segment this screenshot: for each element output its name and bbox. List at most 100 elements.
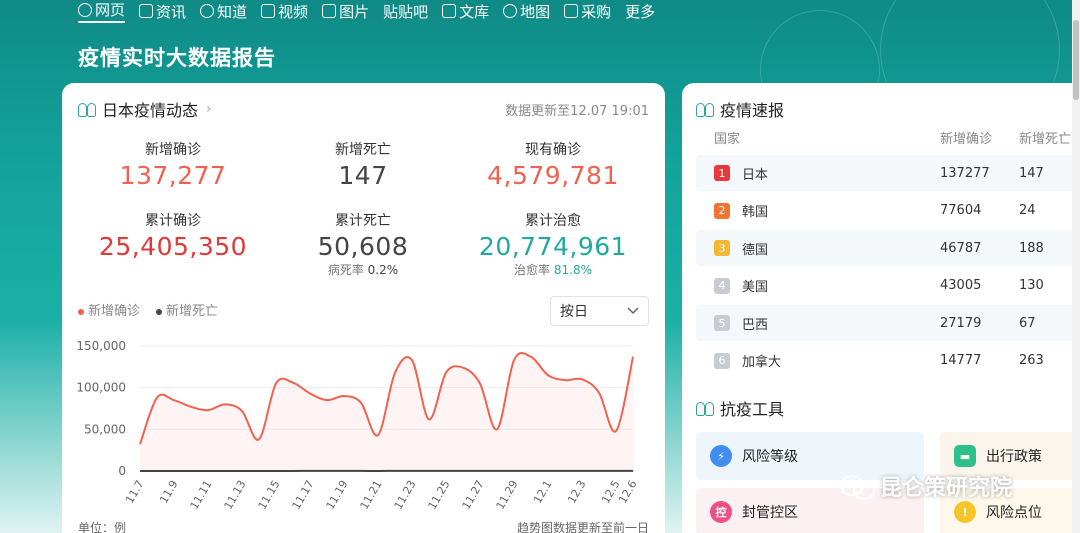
nav-label: 网页 [95,1,126,19]
fatality-rate-value: 0.2% [367,263,399,277]
stat-label: 累计确诊 [145,213,201,229]
new-death-value: 263 [1019,353,1044,368]
top-navigation: 网页 资讯 知道 视频 图片 贴贴吧 文库 地图 采购 更多 [78,0,655,23]
new-death-value: 130 [1019,278,1044,293]
x-tick-label: 11.9 [157,478,181,506]
country-name: 德国 [742,242,769,258]
chevron-down-icon [627,307,639,315]
nav-item-news[interactable]: 资讯 [139,1,186,22]
new-confirmed-value: 46787 [940,240,982,256]
x-tick-label: 11.7 [123,478,147,506]
x-tick-label: 11.29 [494,478,521,512]
tool-label: 出行政策 [986,449,1042,465]
stat-new-confirmed: 新增确诊 137,277 [83,139,263,190]
new-death-value: 188 [1019,240,1044,256]
stat-sub: 病死率 0.2% [273,261,453,278]
legend-item-death[interactable]: 新增死亡 [156,300,218,319]
nav-item-tieba[interactable]: 贴贴吧 [383,1,428,22]
chevron-right-icon: › [206,101,212,117]
japan-panel-header[interactable]: 日本疫情动态 › [78,97,212,121]
page-title: 疫情实时大数据报告 [78,46,276,70]
x-tick-label: 11.23 [392,478,419,512]
nav-label: 资讯 [156,2,187,21]
car-icon: ▬ [954,445,976,467]
nav-item-more[interactable]: 更多 [625,1,655,22]
map-icon [503,4,518,18]
stat-label: 累计治愈 [525,213,581,229]
nav-item-map[interactable]: 地图 [503,1,550,22]
stat-label: 现有确诊 [525,142,581,158]
news-icon [139,4,154,18]
country-name: 日本 [742,167,769,183]
x-tick-label: 12.3 [565,478,589,506]
trend-update-note: 趋势图数据更新至前一日 [516,521,649,533]
tools-header: 抗疫工具 [696,396,784,420]
period-select-value: 按日 [560,304,588,320]
table-row[interactable]: 2 韩国 77604 24 [696,193,1080,229]
scrollbar-thumb[interactable] [1073,20,1079,100]
control-icon-glyph: 控 [715,506,727,519]
nav-label: 知道 [217,2,248,21]
new-confirmed-value: 77604 [940,203,982,218]
lung-icon [696,101,714,117]
stat-total-death: 累计死亡 50,608 病死率 0.2% [273,210,453,278]
legend-dot [156,308,163,315]
x-tick-label: 11.11 [188,478,215,512]
table-row[interactable]: 3 德国 46787 188 [696,230,1080,266]
lung-icon [696,400,714,416]
stat-current-confirmed: 现有确诊 4,579,781 [463,139,643,190]
doc-icon [442,4,457,18]
y-tick-label: 50,000 [84,422,126,436]
x-tick-label: 12.6 [616,478,640,506]
nav-item-image[interactable]: 图片 [322,1,369,22]
watermark: 昆仑策研究院 [840,470,1012,502]
stat-value: 4,579,781 [487,161,619,190]
table-row[interactable]: 4 美国 43005 130 [696,268,1080,304]
wechat-icon [840,473,875,500]
table-row[interactable]: 5 巴西 27179 67 [696,305,1080,341]
image-icon [322,4,337,18]
stat-value: 20,774,961 [478,232,628,261]
legend-label: 新增死亡 [166,304,219,319]
stat-label: 新增死亡 [335,142,391,158]
rank-badge: 3 [714,240,730,256]
x-tick-label: 11.27 [460,478,487,512]
nav-item-zhidao[interactable]: 知道 [200,1,247,22]
fatality-rate-label: 病死率 [327,263,364,277]
period-select[interactable]: 按日 [550,296,649,326]
stat-value: 147 [338,161,388,190]
stat-label: 累计死亡 [335,213,391,229]
nav-label: 文库 [459,2,490,21]
new-death-value: 24 [1019,203,1036,218]
country-name: 美国 [742,280,769,295]
x-tick-label: 11.15 [256,478,283,512]
new-confirmed-value: 27179 [940,315,982,331]
nav-item-wenku[interactable]: 文库 [442,1,489,22]
tool-label: 风险点位 [986,505,1042,521]
table-row[interactable]: 6 加拿大 14777 263 [696,343,1080,379]
nav-label: 贴贴吧 [383,2,429,21]
col-header-death: 新增死亡 [1019,132,1072,147]
nav-label: 更多 [625,2,656,21]
stat-sub: 治愈率 81.8% [463,261,643,278]
nav-item-web[interactable]: 网页 [78,0,126,23]
lung-icon [78,101,96,117]
nav-item-purchase[interactable]: 采购 [564,1,611,22]
legend-item-confirmed[interactable]: 新增确诊 [78,300,140,319]
stat-value: 137,277 [119,161,227,190]
nav-item-video[interactable]: 视频 [261,1,308,22]
nav-label: 地图 [520,2,551,21]
nav-label: 图片 [339,2,370,21]
stat-new-death: 新增死亡 147 [273,139,453,190]
cart-icon [564,4,579,18]
speed-report-panel: 疫情速报 国家 新增确诊 新增死亡 1 日本 137277 147 2 韩国 77604 24… [682,83,1080,533]
table-row[interactable]: 1 日本 137277 147 [696,155,1080,191]
country-name: 韩国 [742,205,769,220]
search-icon [78,2,92,17]
stat-value: 50,608 [317,232,409,261]
scrollbar[interactable] [1072,0,1080,533]
x-tick-label: 11.19 [324,478,351,512]
warning-icon: ! [954,501,976,523]
chart-legend: 新增确诊 新增死亡 [78,300,218,319]
legend-dot [78,308,84,315]
